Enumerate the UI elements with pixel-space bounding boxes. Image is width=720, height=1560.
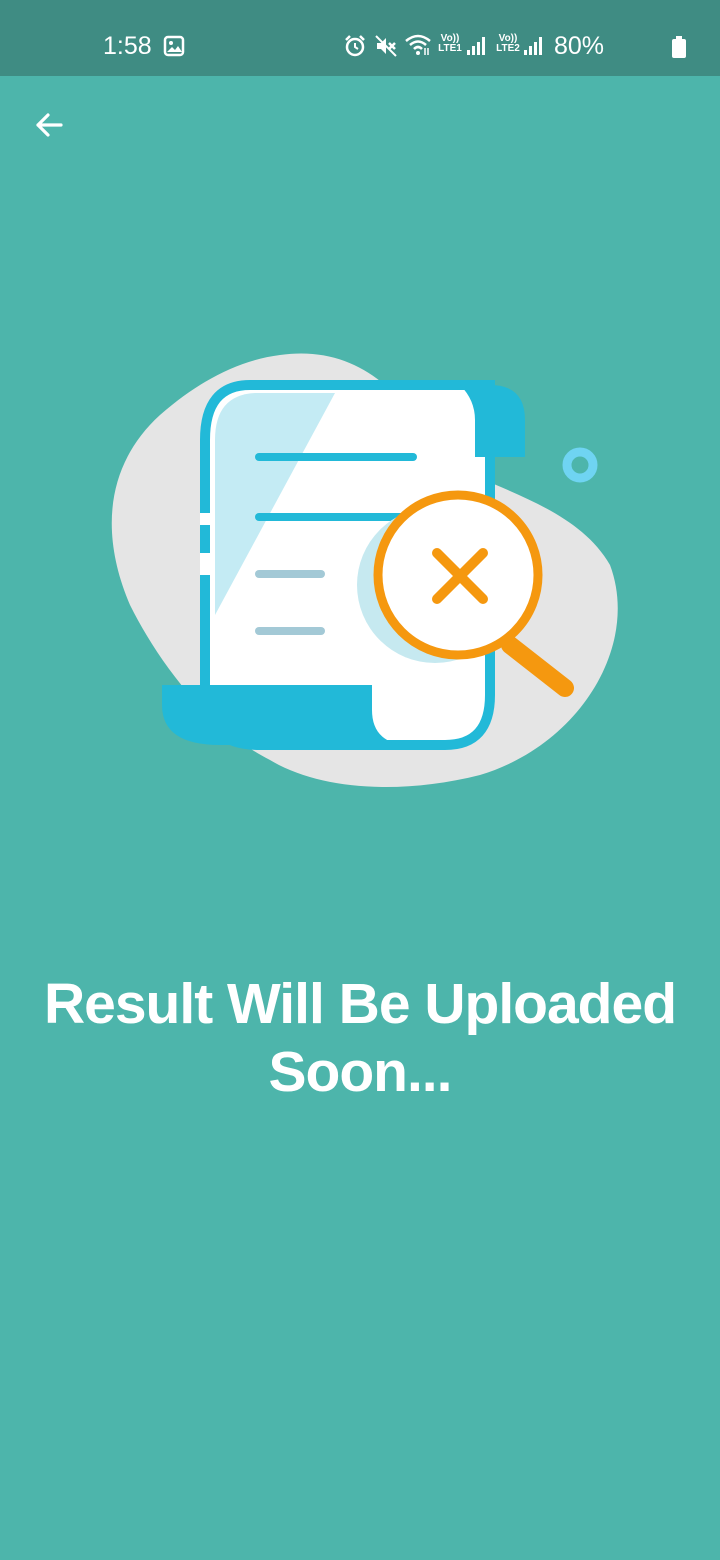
wifi-icon [404,33,432,62]
back-button[interactable] [26,104,72,150]
signal-strength-1-icon [466,36,486,61]
lte1-indicator: Vo)) LTE1 [438,33,462,54]
document-search-error-illustration [100,345,620,800]
lte2-indicator: Vo)) LTE2 [496,33,520,54]
battery-icon [672,36,686,63]
battery-percentage: 80% [554,32,605,60]
status-time: 1:58 [103,32,152,60]
signal-strength-2-icon [523,36,543,61]
result-pending-message: Result Will Be Uploaded Soon... [43,972,677,1104]
alarm-icon [343,34,367,63]
gallery-notification-icon [163,35,185,62]
status-bar: 1:58 Vo)) LTE1 Vo)) LTE2 80% [0,0,720,76]
arrow-left-icon [33,109,65,146]
mute-icon [374,34,398,63]
